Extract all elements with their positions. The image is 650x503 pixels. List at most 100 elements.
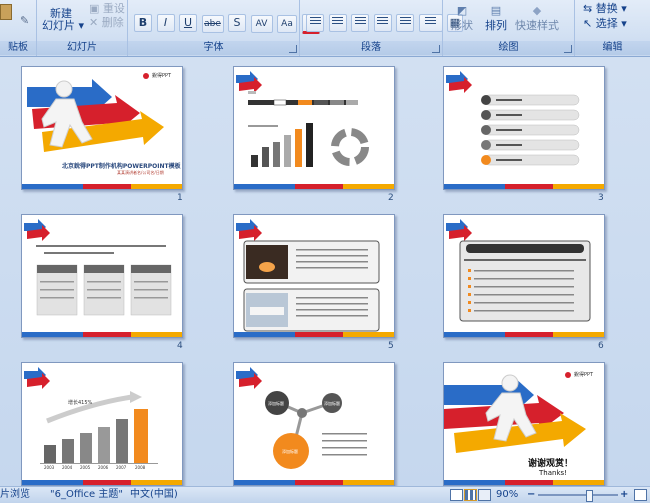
view-name: 片浏览: [0, 489, 30, 500]
color-stripe: [444, 480, 604, 485]
drawing-group: ◩ 形状 ▤ 排列 ◆ 快速样式 绘图: [443, 0, 575, 56]
slide-2-art: [236, 71, 369, 167]
bold-button[interactable]: B: [134, 14, 152, 32]
slide-9-logo-text: 銳得PPT: [574, 372, 594, 378]
theme-name[interactable]: "6_Office 主题": [50, 487, 123, 503]
slides-group: 新建 幻灯片 ▾ ▣ 重设 ✕ 删除 幻灯片: [37, 0, 128, 56]
quick-styles-button[interactable]: ◆ 快速样式: [515, 4, 559, 33]
quick-styles-label: 快速样式: [515, 19, 559, 32]
align-right-button[interactable]: [351, 14, 369, 32]
arrange-button[interactable]: ▤ 排列: [485, 4, 507, 33]
slide-number: 5: [388, 341, 394, 351]
slide-8-node-3: 添加标题: [282, 449, 298, 454]
slide-thumbnail-1[interactable]: 銳得PPT 北京銳得PPT制作机构POWERPOINT模板 某某演讲者名/公司名…: [21, 66, 183, 190]
clipboard-group-label: 贴板: [0, 41, 36, 55]
slide-number: 3: [598, 193, 604, 203]
paste-icon: [0, 4, 12, 20]
italic-button[interactable]: I: [156, 14, 175, 32]
font-dialog-launcher[interactable]: [289, 45, 297, 53]
align-left-button[interactable]: [306, 14, 324, 32]
zoom-in-button[interactable]: +: [620, 487, 628, 503]
zoom-slider-track[interactable]: [538, 494, 618, 496]
delete-icon: ✕: [89, 16, 99, 29]
columns-icon: [425, 17, 436, 26]
slideshow-view-icon[interactable]: [478, 489, 491, 501]
slide-thumbnail-6[interactable]: [443, 214, 605, 338]
zoom-out-button[interactable]: −: [527, 487, 535, 503]
arrange-label: 排列: [485, 19, 507, 32]
slide-9-thanks-en: Thanks!: [539, 469, 567, 477]
drawing-dialog-launcher[interactable]: [564, 45, 572, 53]
select-cursor-icon: ↖: [583, 17, 593, 30]
drawing-group-label: 绘图: [443, 41, 574, 55]
slide-7-chart-label: 增长415%: [68, 400, 93, 406]
slide-5-art: [236, 219, 380, 332]
change-case-button[interactable]: Aa: [277, 15, 297, 33]
slides-group-label: 幻灯片: [37, 41, 127, 55]
arrange-icon: ▤: [490, 4, 502, 17]
slide-number: 2: [388, 193, 394, 203]
fit-window-icon[interactable]: [634, 489, 647, 501]
color-stripe: [444, 332, 604, 337]
slide-6-art: [446, 219, 591, 322]
shape-icon: ◩: [456, 4, 468, 17]
year-label: 2005: [80, 465, 91, 470]
char-spacing-button[interactable]: AV: [250, 15, 273, 33]
format-painter-icon[interactable]: ✎: [20, 14, 29, 27]
color-stripe: [22, 184, 182, 189]
align-center-button[interactable]: [328, 14, 347, 32]
editing-group: ⇆ 替换 ▾ ↖ 选择 ▾ 编辑: [575, 0, 650, 56]
distributed-button[interactable]: [396, 14, 414, 32]
slide-thumbnail-9[interactable]: 銳得PPT 谢谢观赏！ Thanks!: [443, 362, 605, 486]
year-label: 2008: [135, 465, 146, 470]
new-slide-button[interactable]: 新建 幻灯片 ▾: [42, 2, 84, 32]
slide-4-art: [24, 219, 172, 316]
align-center-icon: [332, 17, 343, 26]
zoom-level[interactable]: 90%: [496, 487, 518, 503]
slide-1-subtitle: 某某演讲者名/公司名/日期: [117, 170, 164, 175]
select-button[interactable]: ↖ 选择 ▾: [583, 15, 627, 31]
paste-button[interactable]: [0, 4, 12, 23]
slide-1-logo-text: 銳得PPT: [152, 73, 172, 79]
slide-thumbnail-7[interactable]: 增长415% 2003 2004 2005 2006 2007 2008: [21, 362, 183, 486]
color-stripe: [22, 332, 182, 337]
figure-head: [55, 80, 73, 98]
justify-icon: [377, 17, 388, 26]
clipboard-group: ✎ 贴板: [0, 0, 37, 56]
shadow-button[interactable]: S: [228, 14, 246, 32]
zoom-slider-thumb[interactable]: [586, 490, 593, 502]
slide-thumbnail-2[interactable]: [233, 66, 395, 190]
paragraph-dialog-launcher[interactable]: [432, 45, 440, 53]
align-left-icon: [309, 17, 321, 26]
slide-thumbnail-4[interactable]: [21, 214, 183, 338]
quick-styles-icon: ◆: [532, 4, 542, 17]
replace-button[interactable]: ⇆ 替换 ▾: [583, 0, 627, 16]
font-format-row: B I U abe S AV Aa A: [134, 14, 321, 34]
year-label: 2003: [44, 465, 55, 470]
logo-mark: [143, 73, 149, 79]
underline-button[interactable]: U: [179, 14, 197, 32]
justify-button[interactable]: [373, 14, 392, 32]
shape-button[interactable]: ◩ 形状: [451, 4, 473, 33]
slide-1-title: 北京銳得PPT制作机构POWERPOINT模板: [62, 163, 181, 170]
columns-button[interactable]: [418, 14, 443, 32]
shape-label: 形状: [451, 19, 473, 32]
slide-thumbnail-8[interactable]: 添加标题 添加标题 添加标题: [233, 362, 395, 486]
slide-number: 4: [177, 341, 183, 351]
slide-thumbnail-3[interactable]: [443, 66, 605, 190]
slide-number: 1: [177, 193, 183, 203]
slide-thumbnail-5[interactable]: [233, 214, 395, 338]
slide-9-thanks-cn: 谢谢观赏！: [528, 459, 574, 469]
language-indicator[interactable]: 中文(中国): [130, 487, 178, 503]
slide-sorter: 銳得PPT 北京銳得PPT制作机构POWERPOINT模板 某某演讲者名/公司名…: [0, 57, 650, 486]
paragraph-group: ▦ 段落: [300, 0, 463, 56]
strikethrough-button[interactable]: abe: [201, 15, 224, 33]
paragraph-group-label: 段落: [300, 41, 442, 55]
normal-view-icon[interactable]: [450, 489, 463, 501]
editing-group-label: 编辑: [575, 41, 650, 55]
color-stripe: [22, 480, 182, 485]
slide-sorter-view-icon[interactable]: [464, 489, 477, 501]
slide-8-node-2: 添加标题: [324, 401, 340, 406]
delete-button[interactable]: ✕ 删除: [89, 14, 124, 30]
color-stripe: [234, 184, 394, 189]
